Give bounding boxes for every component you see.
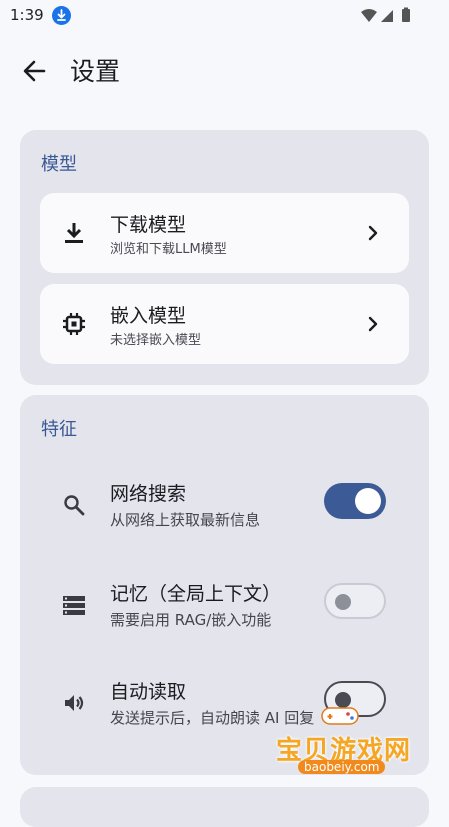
section-title-model: 模型 bbox=[41, 154, 77, 175]
speaker-icon bbox=[65, 695, 84, 711]
chevron-right-icon bbox=[368, 225, 378, 241]
model-section: 模型 下载模型 浏览和下载LLM模型 嵌入模型 未选择嵌入模型 bbox=[20, 130, 429, 385]
download-model-subtitle: 浏览和下载LLM模型 bbox=[110, 242, 227, 257]
web-search-row[interactable]: 网络搜索 从网络上获取最新信息 bbox=[20, 465, 429, 545]
memory-subtitle: 需要启用 RAG/嵌入功能 bbox=[110, 611, 272, 629]
embedding-model-title: 嵌入模型 bbox=[110, 305, 187, 327]
web-search-subtitle: 从网络上获取最新信息 bbox=[110, 511, 261, 529]
web-search-title: 网络搜索 bbox=[110, 483, 187, 505]
auto-read-title: 自动读取 bbox=[110, 681, 187, 703]
battery-icon bbox=[402, 9, 410, 22]
download-model-title: 下载模型 bbox=[110, 214, 187, 236]
wifi-icon bbox=[361, 9, 377, 22]
section-title-features: 特征 bbox=[41, 419, 77, 440]
memory-toggle[interactable] bbox=[324, 583, 386, 619]
embedding-model-subtitle: 未选择嵌入模型 bbox=[110, 333, 202, 348]
download-notification-icon bbox=[52, 6, 71, 25]
memory-row[interactable]: 记忆（全局上下文） 需要启用 RAG/嵌入功能 bbox=[20, 565, 429, 645]
status-bar: 1:39 bbox=[0, 0, 449, 32]
web-search-toggle[interactable] bbox=[324, 483, 386, 519]
search-icon bbox=[64, 495, 85, 516]
back-button[interactable] bbox=[16, 52, 54, 90]
embedding-model-item[interactable]: 嵌入模型 未选择嵌入模型 bbox=[40, 284, 409, 364]
status-icons bbox=[361, 7, 410, 22]
download-icon bbox=[65, 223, 83, 243]
watermark-url: baobeiy.com bbox=[298, 760, 386, 774]
signal-icon bbox=[381, 10, 393, 22]
app-bar: 设置 bbox=[0, 40, 449, 100]
chevron-right-icon bbox=[368, 316, 378, 332]
toggle-knob bbox=[335, 594, 351, 610]
arrow-back-icon bbox=[23, 60, 46, 82]
watermark-logo: 宝贝游戏网 baobeiy.com bbox=[270, 700, 420, 790]
toggle-knob bbox=[355, 488, 381, 514]
chip-icon bbox=[63, 313, 85, 335]
next-section bbox=[20, 787, 429, 827]
storage-icon bbox=[63, 596, 85, 615]
status-time: 1:39 bbox=[10, 6, 44, 24]
page-title: 设置 bbox=[70, 57, 121, 86]
gamepad-icon bbox=[321, 707, 359, 725]
memory-title: 记忆（全局上下文） bbox=[110, 583, 282, 605]
download-model-item[interactable]: 下载模型 浏览和下载LLM模型 bbox=[40, 193, 409, 273]
